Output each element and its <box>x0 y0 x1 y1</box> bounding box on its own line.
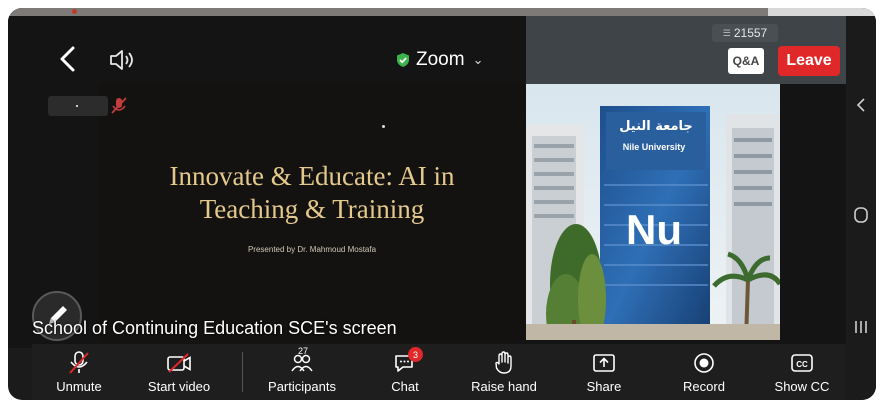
back-icon <box>60 46 75 72</box>
pointer-dot <box>382 125 385 128</box>
participants-count: 27 <box>298 346 309 356</box>
screen-owner-label: School of Continuing Education SCE's scr… <box>32 318 397 338</box>
share-button[interactable]: Share <box>582 344 626 400</box>
slide-title: Innovate & Educate: AI in Teaching & Trai… <box>169 161 455 224</box>
nav-recents-button[interactable] <box>846 312 876 342</box>
nav-back-icon <box>856 98 865 112</box>
meeting-window: Innovate & Educate: AI in Teaching & Trai… <box>8 8 876 400</box>
chat-button[interactable]: 3 Chat <box>384 344 426 400</box>
cc-icon: CC <box>791 354 813 372</box>
chat-badge: 3 <box>408 347 423 362</box>
mic-muted-indicator <box>110 96 128 116</box>
start-video-button[interactable]: Start video <box>146 344 212 400</box>
toolbar-divider <box>242 352 243 392</box>
nav-recents-icon <box>855 321 867 333</box>
nav-home-button[interactable] <box>846 200 876 230</box>
presenter-video: جامعة النيل Nile University Nu <box>526 84 780 340</box>
shield-icon <box>397 53 409 67</box>
raise-hand-label: Raise hand <box>471 379 537 394</box>
unmute-label: Unmute <box>56 379 102 394</box>
raise-hand-icon <box>495 351 512 374</box>
meeting-title-dropdown[interactable]: Zoom ⌄ <box>396 48 483 72</box>
nu-logo: Nu <box>626 206 682 253</box>
building-sign-arabic: جامعة النيل <box>619 119 693 134</box>
top-strip <box>8 8 768 16</box>
chat-label: Chat <box>391 379 419 394</box>
meeting-toolbar: Unmute Start video 27 Participants 3 Cha… <box>32 344 846 400</box>
top-strip-right <box>768 8 876 16</box>
raise-hand-button[interactable]: Raise hand <box>468 344 540 400</box>
svg-text:CC: CC <box>796 360 808 369</box>
nile-university-building-image: جامعة النيل Nile University Nu <box>526 84 780 340</box>
back-button[interactable] <box>56 44 80 74</box>
share-label: Share <box>586 379 622 394</box>
share-icon <box>593 354 615 372</box>
nav-back-button[interactable] <box>846 90 876 120</box>
mic-muted-icon <box>111 97 127 114</box>
start-video-label: Start video <box>147 379 211 394</box>
system-nav-bar <box>846 16 876 400</box>
mic-muted-icon <box>69 351 89 374</box>
record-icon <box>694 353 714 373</box>
participant-counter-badge: ☰ 21557 <box>712 24 778 42</box>
qa-button[interactable]: Q&A <box>728 48 764 74</box>
speaker-icon <box>110 50 133 70</box>
slide-subtitle: Presented by Dr. Mahmoud Mostafa <box>247 245 377 254</box>
list-icon: ☰ <box>722 27 731 38</box>
show-cc-button[interactable]: CC Show CC <box>772 344 832 400</box>
nav-home-icon <box>854 207 868 223</box>
self-view-name-pill <box>48 96 108 116</box>
building-sign-english: Nile University <box>623 142 686 152</box>
chevron-down-icon: ⌄ <box>472 52 484 67</box>
show-cc-label: Show CC <box>774 379 830 394</box>
participants-button[interactable]: 27 Participants <box>264 344 340 400</box>
video-off-icon <box>167 353 191 373</box>
recording-dot <box>72 9 77 14</box>
record-label: Record <box>683 379 725 394</box>
speaker-button[interactable] <box>108 48 136 72</box>
participant-counter: 21557 <box>733 26 768 40</box>
meeting-app-label: Zoom <box>416 49 465 70</box>
presentation-slide: Innovate & Educate: AI in Teaching & Trai… <box>98 84 526 340</box>
participants-label: Participants <box>268 379 336 394</box>
unmute-button[interactable]: Unmute <box>54 344 104 400</box>
record-button[interactable]: Record <box>680 344 728 400</box>
leave-button[interactable]: Leave <box>778 46 840 76</box>
